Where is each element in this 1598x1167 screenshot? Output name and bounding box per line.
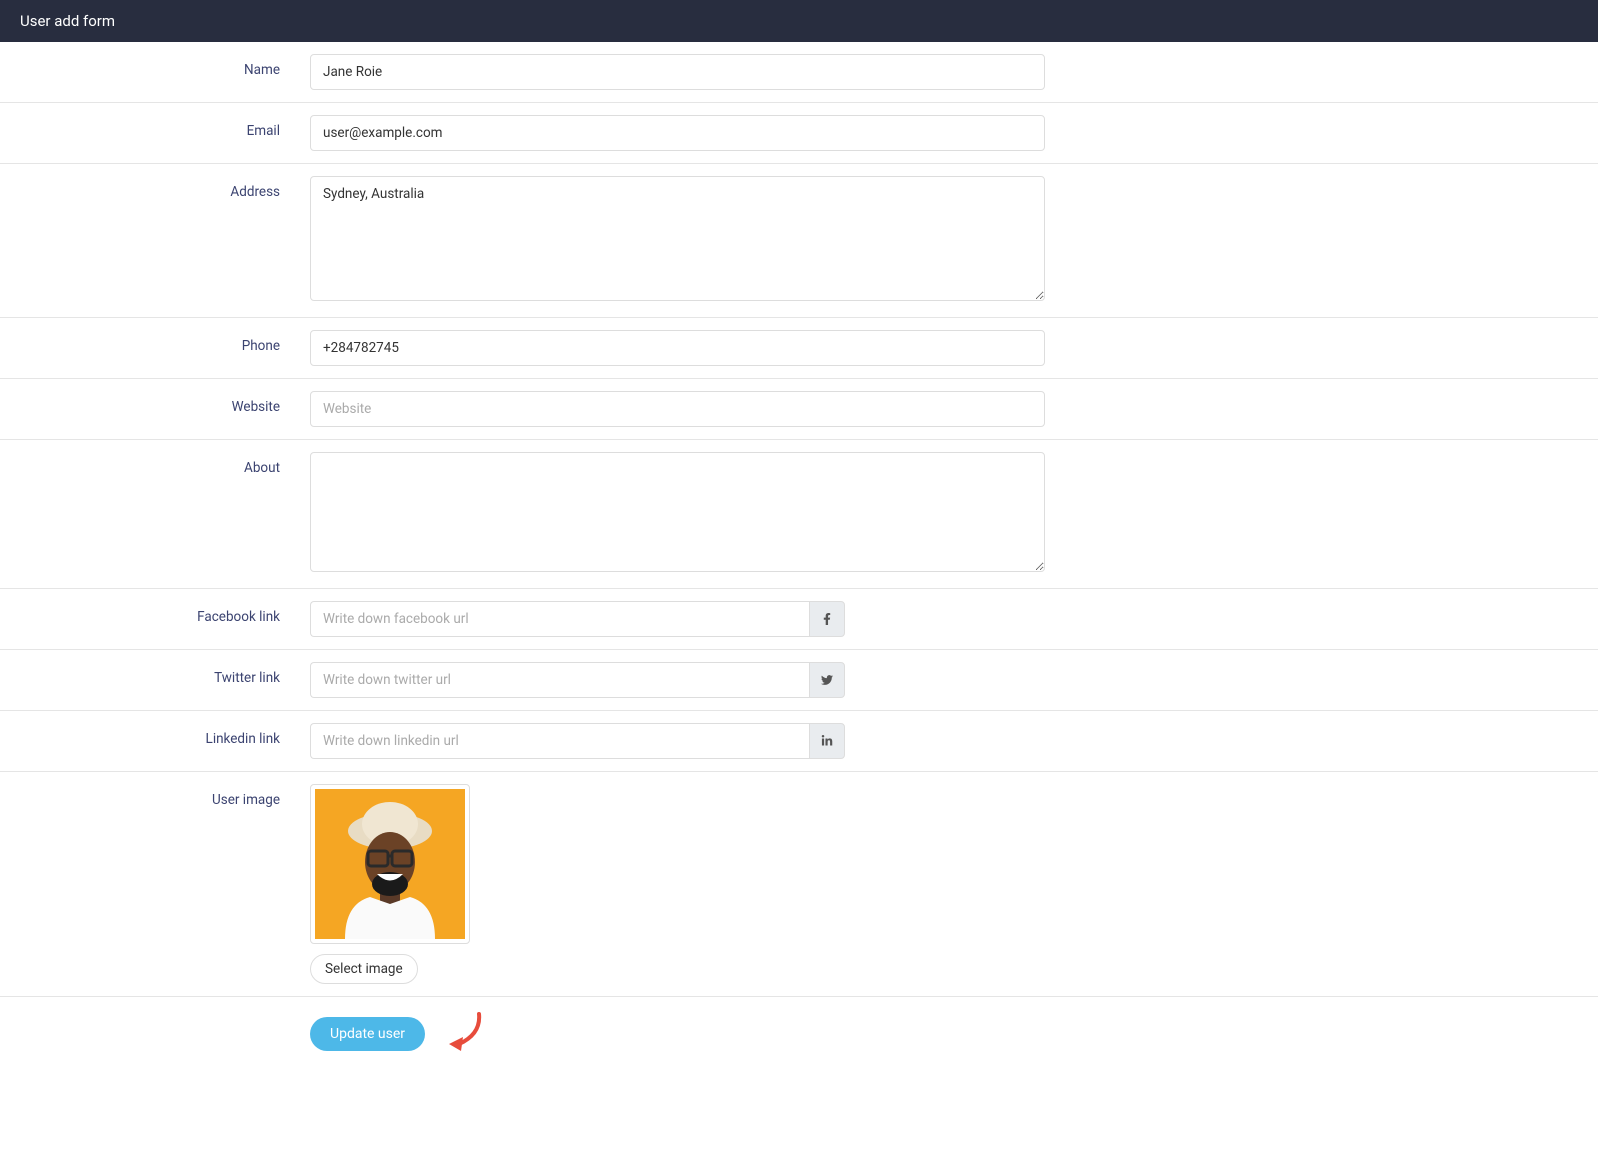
address-input[interactable] [310, 176, 1045, 301]
form-row-phone: Phone [0, 318, 1598, 379]
arrow-annotation-icon [439, 1009, 489, 1059]
form-row-image: User image [0, 772, 1598, 997]
name-label: Name [0, 54, 310, 78]
form-row-website: Website [0, 379, 1598, 440]
linkedin-label: Linkedin link [0, 723, 310, 747]
form-row-email: Email [0, 103, 1598, 164]
email-input[interactable] [310, 115, 1045, 151]
name-input[interactable] [310, 54, 1045, 90]
user-image-preview [310, 784, 470, 944]
linkedin-input[interactable] [310, 723, 809, 759]
website-input[interactable] [310, 391, 1045, 427]
page-header: User add form [0, 0, 1598, 42]
update-user-button[interactable]: Update user [310, 1017, 425, 1051]
facebook-label: Facebook link [0, 601, 310, 625]
form-row-about: About [0, 440, 1598, 589]
facebook-icon [809, 601, 845, 637]
form-row-name: Name [0, 42, 1598, 103]
website-label: Website [0, 391, 310, 415]
address-label: Address [0, 176, 310, 200]
twitter-input[interactable] [310, 662, 809, 698]
twitter-label: Twitter link [0, 662, 310, 686]
about-label: About [0, 452, 310, 476]
facebook-input[interactable] [310, 601, 809, 637]
form-row-linkedin: Linkedin link [0, 711, 1598, 772]
form-row-twitter: Twitter link [0, 650, 1598, 711]
submit-row: Update user [0, 997, 1598, 1079]
form-row-address: Address [0, 164, 1598, 318]
select-image-button[interactable]: Select image [310, 954, 418, 984]
user-image-label: User image [0, 784, 310, 808]
form-row-facebook: Facebook link [0, 589, 1598, 650]
linkedin-icon [809, 723, 845, 759]
twitter-icon [809, 662, 845, 698]
email-label: Email [0, 115, 310, 139]
about-input[interactable] [310, 452, 1045, 572]
phone-input[interactable] [310, 330, 1045, 366]
phone-label: Phone [0, 330, 310, 354]
page-title: User add form [20, 12, 115, 30]
